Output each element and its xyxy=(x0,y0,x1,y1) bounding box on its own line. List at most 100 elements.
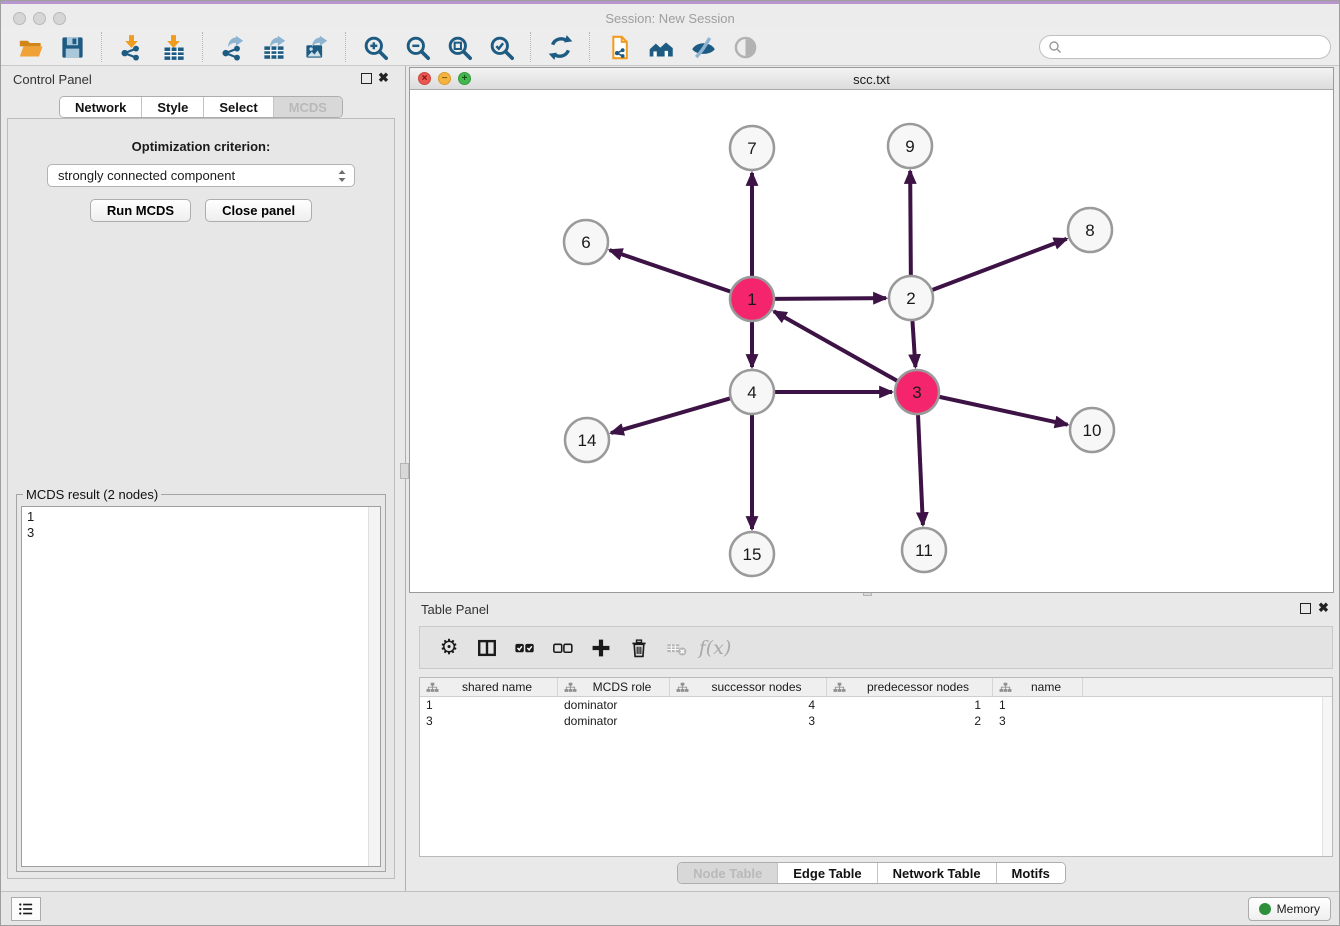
table-cell[interactable]: dominator xyxy=(558,697,670,713)
table-toolbar: ⚙ f(x) xyxy=(419,626,1333,669)
table-cell[interactable]: 3 xyxy=(420,713,558,729)
column-header-successor-nodes[interactable]: successor nodes xyxy=(670,678,827,696)
export-network-icon[interactable] xyxy=(214,30,250,64)
node-3[interactable]: 3 xyxy=(895,370,939,414)
delete-row-icon[interactable] xyxy=(621,631,657,665)
table-tab-group: Node TableEdge TableNetwork TableMotifs xyxy=(677,862,1066,884)
tab-select[interactable]: Select xyxy=(204,97,273,117)
column-header-name[interactable]: name xyxy=(993,678,1083,696)
network-graph[interactable]: 7 9 6 8 1 2 4 3 14 10 15 11 xyxy=(410,90,1333,592)
edge-2-9[interactable] xyxy=(910,171,911,275)
close-panel-button[interactable]: Close panel xyxy=(205,199,312,222)
column-header-predecessor-nodes[interactable]: predecessor nodes xyxy=(827,678,993,696)
node-label: 14 xyxy=(578,431,597,450)
run-mcds-button[interactable]: Run MCDS xyxy=(90,199,191,222)
close-panel-icon[interactable]: ✖ xyxy=(378,70,389,86)
tab-mcds[interactable]: MCDS xyxy=(274,97,342,117)
node-2[interactable]: 2 xyxy=(889,276,933,320)
fx-glyph: f(x) xyxy=(699,637,732,659)
float-panel-icon[interactable] xyxy=(361,73,372,84)
gear-icon[interactable]: ⚙ xyxy=(431,631,467,665)
table-cell[interactable]: 3 xyxy=(993,713,1083,729)
import-table-icon[interactable] xyxy=(155,30,191,64)
close-panel-icon[interactable]: ✖ xyxy=(1318,600,1329,616)
zoom-in-icon[interactable] xyxy=(357,30,393,64)
node-4[interactable]: 4 xyxy=(730,370,774,414)
split-columns-icon[interactable] xyxy=(469,631,505,665)
select-all-icon[interactable] xyxy=(507,631,543,665)
table-row[interactable]: 1dominator411 xyxy=(420,697,1332,713)
node-label: 2 xyxy=(906,289,915,308)
import-network-icon[interactable] xyxy=(113,30,149,64)
add-row-icon[interactable] xyxy=(583,631,619,665)
edge-3-10[interactable] xyxy=(939,397,1067,425)
criterion-dropdown[interactable]: strongly connected component xyxy=(47,164,355,187)
edge-4-14[interactable] xyxy=(611,398,730,433)
tab-network[interactable]: Network xyxy=(60,97,142,117)
deselect-all-icon[interactable] xyxy=(545,631,581,665)
node-15[interactable]: 15 xyxy=(730,532,774,576)
table-cell[interactable]: 1 xyxy=(420,697,558,713)
edge-3-1[interactable] xyxy=(774,311,897,380)
save-session-icon[interactable] xyxy=(54,30,90,64)
edge-2-8[interactable] xyxy=(933,239,1067,290)
export-table-icon[interactable] xyxy=(256,30,292,64)
edge-2-3[interactable] xyxy=(912,321,915,367)
float-panel-icon[interactable] xyxy=(1300,603,1311,614)
zoom-fit-icon[interactable] xyxy=(441,30,477,64)
table-cell[interactable]: 4 xyxy=(670,697,827,713)
table-cell[interactable]: 1 xyxy=(827,697,993,713)
tab-style[interactable]: Style xyxy=(142,97,204,117)
task-history-button[interactable] xyxy=(11,897,41,921)
node-9[interactable]: 9 xyxy=(888,124,932,168)
window-title: Session: New Session xyxy=(1,11,1339,26)
node-11[interactable]: 11 xyxy=(902,528,946,572)
optimization-criterion-label: Optimization criterion: xyxy=(8,139,394,154)
table-row[interactable]: 3dominator323 xyxy=(420,713,1332,729)
tab-motifs[interactable]: Motifs xyxy=(997,863,1065,883)
zoom-out-icon[interactable] xyxy=(399,30,435,64)
table-cell[interactable]: 1 xyxy=(993,697,1083,713)
toolbar-icon-group xyxy=(9,30,766,64)
edge-1-6[interactable] xyxy=(610,250,731,291)
node-10[interactable]: 10 xyxy=(1070,408,1114,452)
edge-3-11[interactable] xyxy=(918,415,923,525)
eye-slash-icon[interactable] xyxy=(685,30,721,64)
refresh-layout-icon[interactable] xyxy=(542,30,578,64)
tab-node-table[interactable]: Node Table xyxy=(678,863,778,883)
column-header-MCDS-role[interactable]: MCDS role xyxy=(558,678,670,696)
search-box[interactable] xyxy=(1039,35,1331,59)
home-icon[interactable] xyxy=(643,30,679,64)
search-icon xyxy=(1048,40,1062,54)
scrollbar[interactable] xyxy=(1322,697,1332,856)
node-6[interactable]: 6 xyxy=(564,220,608,264)
splitter-handle[interactable] xyxy=(400,463,409,479)
mcds-result-textarea[interactable]: 1 3 xyxy=(21,506,381,867)
edge-1-2[interactable] xyxy=(775,298,886,299)
eye-disabled-icon[interactable] xyxy=(727,30,763,64)
control-panel-tabs: NetworkStyleSelectMCDS xyxy=(1,96,401,118)
clone-network-icon[interactable] xyxy=(601,30,637,64)
node-14[interactable]: 14 xyxy=(565,418,609,462)
scrollbar[interactable] xyxy=(368,507,380,866)
network-window-titlebar[interactable]: × − + scc.txt xyxy=(410,68,1333,90)
column-header-shared-name[interactable]: shared name xyxy=(420,678,558,696)
table-cell[interactable]: 3 xyxy=(670,713,827,729)
open-session-icon[interactable] xyxy=(12,30,48,64)
table-cell[interactable]: 2 xyxy=(827,713,993,729)
export-image-icon[interactable] xyxy=(298,30,334,64)
network-canvas[interactable]: 7 9 6 8 1 2 4 3 14 10 15 11 xyxy=(410,90,1333,592)
titlebar: Session: New Session xyxy=(1,4,1339,29)
memory-button[interactable]: Memory xyxy=(1248,897,1331,921)
node-8[interactable]: 8 xyxy=(1068,208,1112,252)
table-cell[interactable]: dominator xyxy=(558,713,670,729)
toolbar-separator xyxy=(530,32,531,62)
zoom-selected-icon[interactable] xyxy=(483,30,519,64)
node-1[interactable]: 1 xyxy=(730,277,774,321)
search-input[interactable] xyxy=(1066,40,1322,54)
tab-edge-table[interactable]: Edge Table xyxy=(778,863,877,883)
tab-network-table[interactable]: Network Table xyxy=(878,863,997,883)
node-label: 7 xyxy=(747,139,756,158)
gear-glyph: ⚙ xyxy=(440,637,459,659)
node-7[interactable]: 7 xyxy=(730,126,774,170)
